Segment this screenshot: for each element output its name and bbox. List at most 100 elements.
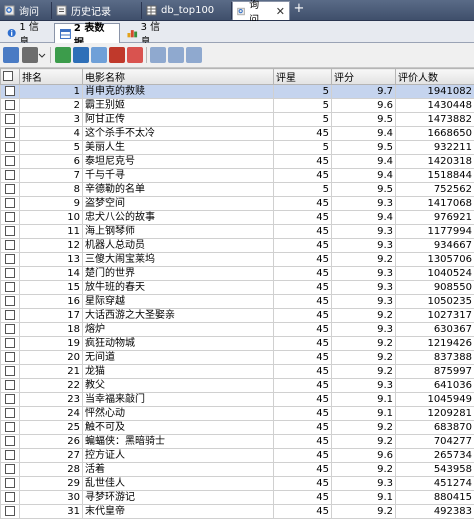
checkbox[interactable] bbox=[5, 127, 15, 138]
cell-stars[interactable]: 45 bbox=[273, 294, 332, 309]
cell-rank[interactable]: 14 bbox=[19, 266, 83, 281]
chevron-down-icon[interactable] bbox=[38, 47, 46, 63]
cell-title[interactable]: 千与千寻 bbox=[82, 168, 274, 183]
cell-title[interactable]: 美丽人生 bbox=[82, 140, 274, 155]
checkbox[interactable] bbox=[5, 253, 15, 264]
cell-title[interactable]: 肖申克的救赎 bbox=[82, 84, 274, 99]
cell-score[interactable]: 9.3 bbox=[331, 238, 396, 253]
cell-votes[interactable]: 1420318 bbox=[395, 154, 474, 169]
close-icon[interactable]: ✕ bbox=[276, 5, 285, 18]
cell-title[interactable]: 三傻大闹宝莱坞 bbox=[82, 252, 274, 267]
table-row[interactable]: 6 泰坦尼克号 45 9.4 1420318 bbox=[0, 154, 474, 169]
cell-score[interactable]: 9.1 bbox=[331, 392, 396, 407]
row-checkbox[interactable] bbox=[0, 378, 20, 393]
checkbox[interactable] bbox=[5, 85, 15, 96]
cell-stars[interactable]: 45 bbox=[273, 210, 332, 225]
cell-stars[interactable]: 45 bbox=[273, 420, 332, 435]
export-icon[interactable] bbox=[22, 47, 38, 63]
cell-stars[interactable]: 45 bbox=[273, 462, 332, 477]
duplicate-row-icon[interactable] bbox=[73, 47, 89, 63]
checkbox[interactable] bbox=[5, 267, 15, 278]
cell-votes[interactable]: 880415 bbox=[395, 490, 474, 505]
cell-stars[interactable]: 45 bbox=[273, 490, 332, 505]
cell-stars[interactable]: 45 bbox=[273, 238, 332, 253]
cell-rank[interactable]: 25 bbox=[19, 420, 83, 435]
table-row[interactable]: 5 美丽人生 5 9.5 932211 bbox=[0, 140, 474, 155]
cell-title[interactable]: 泰坦尼克号 bbox=[82, 154, 274, 169]
cell-score[interactable]: 9.2 bbox=[331, 308, 396, 323]
row-checkbox[interactable] bbox=[0, 140, 20, 155]
cell-rank[interactable]: 22 bbox=[19, 378, 83, 393]
row-checkbox[interactable] bbox=[0, 168, 20, 183]
cell-votes[interactable]: 451274 bbox=[395, 476, 474, 491]
cell-title[interactable]: 忠犬八公的故事 bbox=[82, 210, 274, 225]
cell-score[interactable]: 9.2 bbox=[331, 504, 396, 519]
checkbox[interactable] bbox=[5, 407, 15, 418]
cell-votes[interactable]: 1219426 bbox=[395, 336, 474, 351]
cell-rank[interactable]: 4 bbox=[19, 126, 83, 141]
cell-rank[interactable]: 9 bbox=[19, 196, 83, 211]
cell-title[interactable]: 海上钢琴师 bbox=[82, 224, 274, 239]
cell-rank[interactable]: 12 bbox=[19, 238, 83, 253]
table-row[interactable]: 3 阿甘正传 5 9.5 1473882 bbox=[0, 112, 474, 127]
cell-stars[interactable]: 45 bbox=[273, 196, 332, 211]
cell-votes[interactable]: 630367 bbox=[395, 322, 474, 337]
cell-stars[interactable]: 45 bbox=[273, 504, 332, 519]
table-row[interactable]: 16 星际穿越 45 9.3 1050235 bbox=[0, 294, 474, 309]
row-checkbox[interactable] bbox=[0, 308, 20, 323]
cell-votes[interactable]: 265734 bbox=[395, 448, 474, 463]
cell-title[interactable]: 这个杀手不太冷 bbox=[82, 126, 274, 141]
cell-rank[interactable]: 11 bbox=[19, 224, 83, 239]
cell-votes[interactable]: 1050235 bbox=[395, 294, 474, 309]
cell-votes[interactable]: 752562 bbox=[395, 182, 474, 197]
cell-score[interactable]: 9.4 bbox=[331, 154, 396, 169]
row-checkbox[interactable] bbox=[0, 476, 20, 491]
add-row-icon[interactable] bbox=[55, 47, 71, 63]
cell-title[interactable]: 机器人总动员 bbox=[82, 238, 274, 253]
row-checkbox[interactable] bbox=[0, 336, 20, 351]
cell-score[interactable]: 9.3 bbox=[331, 294, 396, 309]
table-row[interactable]: 25 触不可及 45 9.2 683870 bbox=[0, 420, 474, 435]
checkbox[interactable] bbox=[5, 155, 15, 166]
cell-score[interactable]: 9.7 bbox=[331, 84, 396, 99]
header-select-all[interactable] bbox=[0, 68, 20, 85]
cell-title[interactable]: 教父 bbox=[82, 378, 274, 393]
cell-score[interactable]: 9.3 bbox=[331, 224, 396, 239]
cell-score[interactable]: 9.2 bbox=[331, 336, 396, 351]
cell-stars[interactable]: 45 bbox=[273, 322, 332, 337]
row-checkbox[interactable] bbox=[0, 112, 20, 127]
tab-db-top100[interactable]: db_top100 bbox=[142, 2, 232, 19]
table-row[interactable]: 14 楚门的世界 45 9.3 1040524 bbox=[0, 266, 474, 281]
cell-rank[interactable]: 3 bbox=[19, 112, 83, 127]
cell-score[interactable]: 9.1 bbox=[331, 406, 396, 421]
tab-query-1[interactable]: 询问 bbox=[0, 2, 52, 19]
cell-title[interactable]: 控方证人 bbox=[82, 448, 274, 463]
table-row[interactable]: 31 末代皇帝 45 9.2 492383 bbox=[0, 504, 474, 519]
cell-rank[interactable]: 7 bbox=[19, 168, 83, 183]
cell-title[interactable]: 楚门的世界 bbox=[82, 266, 274, 281]
cell-votes[interactable]: 934667 bbox=[395, 238, 474, 253]
cell-votes[interactable]: 1045949 bbox=[395, 392, 474, 407]
row-checkbox[interactable] bbox=[0, 266, 20, 281]
cell-title[interactable]: 龙猫 bbox=[82, 364, 274, 379]
table-row[interactable]: 19 疯狂动物城 45 9.2 1219426 bbox=[0, 336, 474, 351]
cell-title[interactable]: 阿甘正传 bbox=[82, 112, 274, 127]
checkbox[interactable] bbox=[5, 491, 15, 502]
cell-rank[interactable]: 17 bbox=[19, 308, 83, 323]
cell-votes[interactable]: 1518844 bbox=[395, 168, 474, 183]
refresh-icon[interactable] bbox=[91, 47, 107, 63]
cell-score[interactable]: 9.3 bbox=[331, 378, 396, 393]
form-layout-icon[interactable] bbox=[168, 47, 184, 63]
cell-votes[interactable]: 932211 bbox=[395, 140, 474, 155]
cell-stars[interactable]: 45 bbox=[273, 336, 332, 351]
column-header-rank[interactable]: 排名 bbox=[19, 68, 83, 85]
checkbox[interactable] bbox=[5, 477, 15, 488]
cell-rank[interactable]: 19 bbox=[19, 336, 83, 351]
cancel-changes-icon[interactable] bbox=[127, 47, 143, 63]
cell-rank[interactable]: 2 bbox=[19, 98, 83, 113]
cell-rank[interactable]: 31 bbox=[19, 504, 83, 519]
cell-stars[interactable]: 45 bbox=[273, 350, 332, 365]
cell-rank[interactable]: 16 bbox=[19, 294, 83, 309]
cell-rank[interactable]: 18 bbox=[19, 322, 83, 337]
cell-stars[interactable]: 5 bbox=[273, 112, 332, 127]
